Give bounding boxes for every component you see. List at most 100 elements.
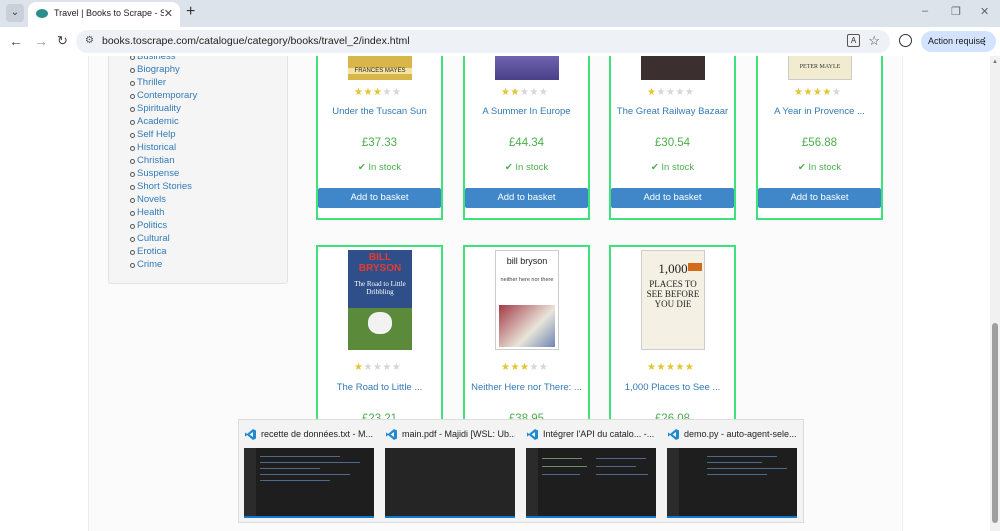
check-icon: ✔ — [797, 162, 806, 173]
star-rating: ★★★★★ — [794, 87, 841, 98]
book-cover[interactable]: FRANCES MAYES — [348, 56, 412, 80]
book-cover[interactable]: BILL BRYSON The Road to Little Dribbling — [348, 250, 412, 350]
category-link[interactable]: Self Help — [129, 128, 197, 141]
vscode-icon — [386, 429, 397, 440]
bookmark-star-icon[interactable]: ☆ — [868, 33, 880, 49]
new-tab-button[interactable]: + — [186, 4, 195, 20]
book-title[interactable]: A Summer In Europe — [465, 106, 588, 117]
vscode-icon — [668, 429, 679, 440]
category-link[interactable]: Crime — [129, 258, 197, 271]
action-required-button[interactable]: Action requise ⋮ — [921, 31, 996, 52]
preview-label: main.pdf - Majidi [WSL: Ub... — [402, 429, 515, 439]
book-title[interactable]: Under the Tuscan Sun — [318, 106, 441, 117]
stock-label: In stock — [808, 162, 842, 173]
add-to-basket-button[interactable]: Add to basket — [465, 188, 588, 208]
url-text[interactable]: books.toscrape.com/catalogue/category/bo… — [102, 35, 410, 47]
star-empty-icon: ★ — [538, 87, 549, 98]
category-link[interactable]: Business — [129, 56, 197, 63]
star-empty-icon: ★ — [675, 87, 685, 98]
product-card: FRANCES MAYES ★★★★★ Under the Tuscan Sun… — [316, 56, 443, 220]
star-rating: ★★★★★ — [354, 87, 401, 98]
category-link[interactable]: Cultural — [129, 232, 197, 245]
site-info-icon[interactable]: ⚙ — [85, 35, 94, 46]
forward-arrow-icon[interactable]: → — [34, 33, 48, 49]
category-link[interactable]: Christian — [129, 154, 197, 167]
preview-window[interactable]: Intégrer l'API du catalo... -... — [521, 420, 661, 524]
tab-title: Travel | Books to Scrape - Sandbox — [54, 8, 164, 18]
star-rating: ★★★★★ — [501, 87, 548, 98]
menu-kebab-icon: ⋮ — [980, 36, 989, 46]
availability: ✔ In stock — [318, 162, 441, 173]
vscode-icon — [245, 429, 256, 440]
add-to-basket-button[interactable]: Add to basket — [318, 188, 441, 208]
reload-icon[interactable]: ↻ — [57, 33, 68, 49]
star-filled-icon: ★ — [803, 87, 813, 98]
star-empty-icon: ★ — [529, 362, 539, 373]
category-link[interactable]: Thriller — [129, 76, 197, 89]
vscode-icon — [527, 429, 538, 440]
star-filled-icon: ★ — [372, 87, 383, 98]
star-rating: ★★★★★ — [647, 362, 694, 373]
page-scrollbar[interactable]: ▲ — [990, 56, 1000, 531]
cover-author: bill bryson — [506, 256, 548, 266]
book-title[interactable]: The Road to Little ... — [318, 382, 441, 393]
back-arrow-icon[interactable]: ← — [9, 33, 23, 49]
browser-toolbar: ← → ↻ ⚙ books.toscrape.com/catalogue/cat… — [0, 27, 1000, 56]
add-to-basket-button[interactable]: Add to basket — [611, 188, 734, 208]
book-cover[interactable] — [641, 56, 705, 80]
preview-window[interactable]: demo.py - auto-agent-sele... — [662, 420, 802, 524]
category-link[interactable]: Politics — [129, 219, 197, 232]
star-filled-icon: ★ — [812, 87, 823, 98]
book-cover[interactable]: bill bryson neither here nor there — [495, 250, 559, 350]
preview-thumbnail — [244, 448, 374, 518]
book-cover[interactable]: PETER MAYLE — [788, 56, 852, 80]
close-tab-icon[interactable]: ✕ — [164, 7, 173, 20]
star-empty-icon: ★ — [529, 87, 539, 98]
book-title[interactable]: Neither Here nor There: ... — [465, 382, 588, 393]
active-tab[interactable]: Travel | Books to Scrape - Sandbox ✕ — [28, 2, 180, 27]
translate-icon[interactable]: A — [847, 34, 860, 47]
category-link[interactable]: Spirituality — [129, 102, 197, 115]
preview-label: recette de données.txt - M... — [261, 429, 374, 439]
book-cover[interactable] — [495, 56, 559, 80]
minimize-button[interactable]: – — [922, 5, 928, 17]
preview-window[interactable]: main.pdf - Majidi [WSL: Ub... — [380, 420, 520, 524]
add-to-basket-button[interactable]: Add to basket — [758, 188, 881, 208]
product-card: bill bryson neither here nor there ★★★★★… — [463, 245, 590, 445]
star-empty-icon: ★ — [382, 87, 392, 98]
category-link[interactable]: Novels — [129, 193, 197, 206]
cover-image — [499, 305, 555, 347]
cover-text: FRANCES MAYES — [348, 68, 412, 74]
category-link[interactable]: Erotica — [129, 245, 197, 258]
book-title[interactable]: 1,000 Places to See ... — [611, 382, 734, 393]
category-link[interactable]: Suspense — [129, 167, 197, 180]
preview-thumbnail — [385, 448, 515, 518]
book-title[interactable]: A Year in Provence ... — [758, 106, 881, 117]
preview-window[interactable]: recette de données.txt - M... — [239, 420, 379, 524]
category-link[interactable]: Short Stories — [129, 180, 197, 193]
cover-text: neither here nor there — [500, 277, 554, 283]
restore-button[interactable]: ❐ — [951, 5, 961, 18]
scrollbar-thumb[interactable] — [992, 323, 998, 523]
book-title[interactable]: The Great Railway Bazaar — [611, 106, 734, 117]
star-empty-icon: ★ — [831, 87, 842, 98]
category-link[interactable]: Academic — [129, 115, 197, 128]
category-link[interactable]: Health — [129, 206, 197, 219]
category-link[interactable]: Biography — [129, 63, 197, 76]
profile-avatar-icon[interactable] — [899, 34, 912, 47]
tab-search-button[interactable]: ⌄ — [6, 4, 24, 22]
scroll-up-icon[interactable]: ▲ — [992, 59, 998, 65]
taskbar-window-preview: recette de données.txt - M... main.pdf -… — [238, 419, 804, 523]
star-filled-icon: ★ — [363, 87, 373, 98]
book-cover[interactable]: 1,000 PLACES TO SEE BEFORE YOU DIE — [641, 250, 705, 350]
star-rating: ★★★★★ — [354, 362, 401, 373]
star-filled-icon: ★ — [665, 362, 676, 373]
star-empty-icon: ★ — [372, 362, 383, 373]
address-bar[interactable]: ⚙ books.toscrape.com/catalogue/category/… — [76, 30, 890, 53]
tab-strip: ⌄ Travel | Books to Scrape - Sandbox ✕ +… — [0, 0, 1000, 27]
product-card: 1,000 PLACES TO SEE BEFORE YOU DIE ★★★★★… — [609, 245, 736, 445]
category-link[interactable]: Contemporary — [129, 89, 197, 102]
close-window-button[interactable]: ✕ — [980, 5, 989, 18]
cover-text: PLACES TO SEE BEFORE YOU DIE — [646, 279, 700, 309]
category-link[interactable]: Historical — [129, 141, 197, 154]
